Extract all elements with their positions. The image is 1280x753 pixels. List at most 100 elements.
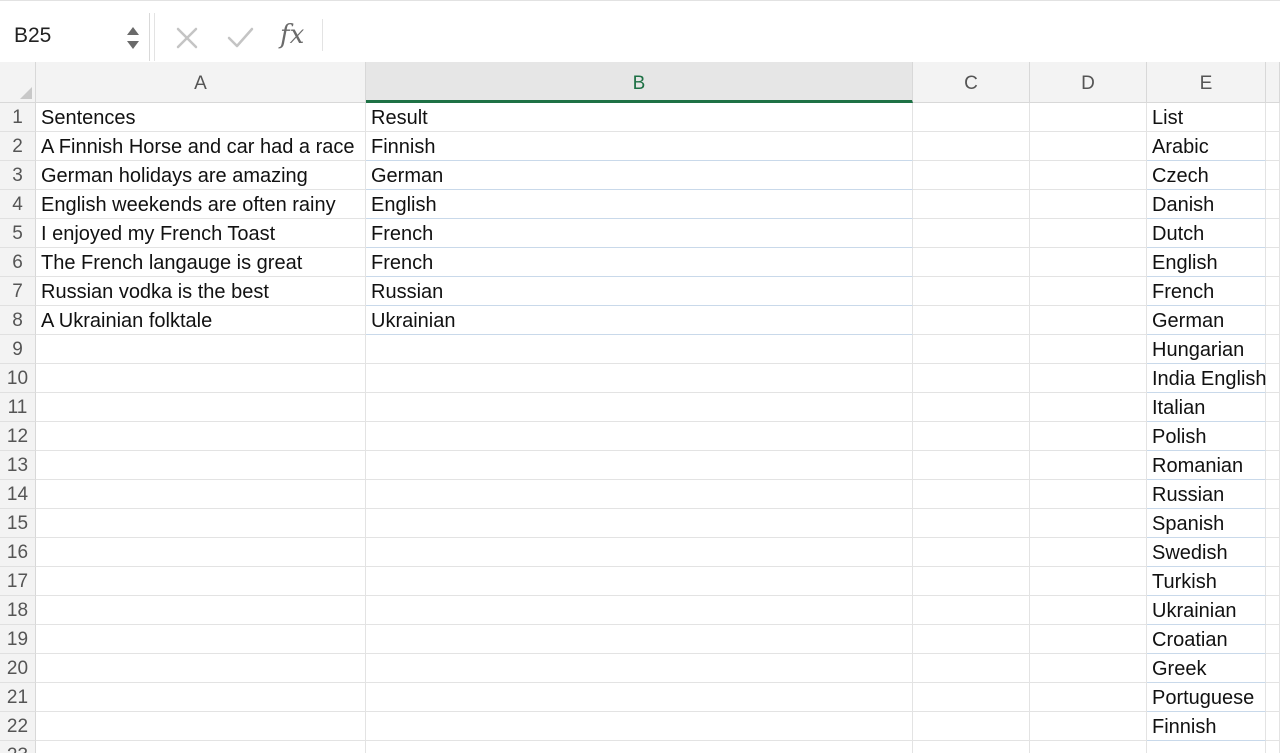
cell-b8[interactable]: Ukrainian — [366, 306, 913, 335]
cell-b11[interactable] — [366, 393, 913, 422]
cell-c18[interactable] — [913, 596, 1030, 625]
name-box-value[interactable]: B25 — [14, 24, 51, 48]
cell-c2[interactable] — [913, 132, 1030, 161]
cell-d4[interactable] — [1030, 190, 1147, 219]
cell-d2[interactable] — [1030, 132, 1147, 161]
column-header-a[interactable]: A — [36, 62, 366, 103]
cell-a20[interactable] — [36, 654, 366, 683]
cell-e8[interactable]: German — [1147, 306, 1266, 335]
cell-c1[interactable] — [913, 103, 1030, 132]
row-header-19[interactable]: 19 — [0, 625, 36, 654]
cell-c15[interactable] — [913, 509, 1030, 538]
cell-e18[interactable]: Ukrainian — [1147, 596, 1266, 625]
cell-c23[interactable] — [913, 741, 1030, 753]
cell-e14[interactable]: Russian — [1147, 480, 1266, 509]
cell-d19[interactable] — [1030, 625, 1147, 654]
cell-a3[interactable]: German holidays are amazing — [36, 161, 366, 190]
cell-e19[interactable]: Croatian — [1147, 625, 1266, 654]
cell-b4[interactable]: English — [366, 190, 913, 219]
cell-e3[interactable]: Czech — [1147, 161, 1266, 190]
cell-e2[interactable]: Arabic — [1147, 132, 1266, 161]
column-header-e[interactable]: E — [1147, 62, 1266, 103]
cell-d5[interactable] — [1030, 219, 1147, 248]
cell-c6[interactable] — [913, 248, 1030, 277]
cell-e17[interactable]: Turkish — [1147, 567, 1266, 596]
row-header-18[interactable]: 18 — [0, 596, 36, 625]
cell-b3[interactable]: German — [366, 161, 913, 190]
cell-b13[interactable] — [366, 451, 913, 480]
cell-c4[interactable] — [913, 190, 1030, 219]
cell-a8[interactable]: A Ukrainian folktale — [36, 306, 366, 335]
cell-a1[interactable]: Sentences — [36, 103, 366, 132]
cell-b23[interactable] — [366, 741, 913, 753]
cell-c11[interactable] — [913, 393, 1030, 422]
cell-d18[interactable] — [1030, 596, 1147, 625]
cell-e5[interactable]: Dutch — [1147, 219, 1266, 248]
cell-a6[interactable]: The French langauge is great — [36, 248, 366, 277]
cell-c10[interactable] — [913, 364, 1030, 393]
column-header-d[interactable]: D — [1030, 62, 1147, 103]
row-header-20[interactable]: 20 — [0, 654, 36, 683]
cell-a12[interactable] — [36, 422, 366, 451]
cell-a11[interactable] — [36, 393, 366, 422]
cell-b10[interactable] — [366, 364, 913, 393]
cell-e11[interactable]: Italian — [1147, 393, 1266, 422]
cell-d7[interactable] — [1030, 277, 1147, 306]
cell-a5[interactable]: I enjoyed my French Toast — [36, 219, 366, 248]
cell-c20[interactable] — [913, 654, 1030, 683]
cell-a21[interactable] — [36, 683, 366, 712]
row-header-12[interactable]: 12 — [0, 422, 36, 451]
row-header-4[interactable]: 4 — [0, 190, 36, 219]
row-header-1[interactable]: 1 — [0, 103, 36, 132]
row-header-15[interactable]: 15 — [0, 509, 36, 538]
cell-e21[interactable]: Portuguese — [1147, 683, 1266, 712]
cell-b14[interactable] — [366, 480, 913, 509]
cell-e15[interactable]: Spanish — [1147, 509, 1266, 538]
cell-d21[interactable] — [1030, 683, 1147, 712]
row-header-2[interactable]: 2 — [0, 132, 36, 161]
cell-a16[interactable] — [36, 538, 366, 567]
cell-d15[interactable] — [1030, 509, 1147, 538]
cell-b15[interactable] — [366, 509, 913, 538]
row-header-13[interactable]: 13 — [0, 451, 36, 480]
row-header-6[interactable]: 6 — [0, 248, 36, 277]
cell-b20[interactable] — [366, 654, 913, 683]
cell-d22[interactable] — [1030, 712, 1147, 741]
cell-c9[interactable] — [913, 335, 1030, 364]
cell-a22[interactable] — [36, 712, 366, 741]
row-header-10[interactable]: 10 — [0, 364, 36, 393]
close-icon[interactable] — [172, 23, 202, 53]
cell-d3[interactable] — [1030, 161, 1147, 190]
formula-input[interactable] — [330, 15, 1270, 55]
cell-b1[interactable]: Result — [366, 103, 913, 132]
row-header-23[interactable]: 23 — [0, 741, 36, 753]
cell-d14[interactable] — [1030, 480, 1147, 509]
row-header-7[interactable]: 7 — [0, 277, 36, 306]
cell-c19[interactable] — [913, 625, 1030, 654]
cell-a23[interactable] — [36, 741, 366, 753]
row-header-3[interactable]: 3 — [0, 161, 36, 190]
cell-e12[interactable]: Polish — [1147, 422, 1266, 451]
cell-b12[interactable] — [366, 422, 913, 451]
insert-function-icon[interactable]: fx — [280, 20, 304, 50]
cell-d20[interactable] — [1030, 654, 1147, 683]
cell-e16[interactable]: Swedish — [1147, 538, 1266, 567]
row-header-9[interactable]: 9 — [0, 335, 36, 364]
cell-c16[interactable] — [913, 538, 1030, 567]
row-header-14[interactable]: 14 — [0, 480, 36, 509]
cell-e22[interactable]: Finnish — [1147, 712, 1266, 741]
cell-d11[interactable] — [1030, 393, 1147, 422]
cell-d13[interactable] — [1030, 451, 1147, 480]
cell-b16[interactable] — [366, 538, 913, 567]
row-header-21[interactable]: 21 — [0, 683, 36, 712]
cell-b6[interactable]: French — [366, 248, 913, 277]
name-box-stepper-icon[interactable] — [126, 25, 140, 51]
row-header-22[interactable]: 22 — [0, 712, 36, 741]
cell-c21[interactable] — [913, 683, 1030, 712]
cell-c5[interactable] — [913, 219, 1030, 248]
cell-e9[interactable]: Hungarian — [1147, 335, 1266, 364]
cell-c22[interactable] — [913, 712, 1030, 741]
cell-a10[interactable] — [36, 364, 366, 393]
cell-c12[interactable] — [913, 422, 1030, 451]
cell-d9[interactable] — [1030, 335, 1147, 364]
